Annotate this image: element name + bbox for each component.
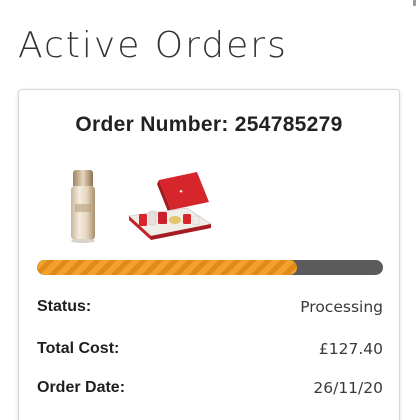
order-date-row: Order Date: 26/11/20 [37,376,383,400]
order-date-label: Order Date: [37,379,126,396]
page-title: Active Orders [18,25,288,66]
status-value: Processing [300,298,383,316]
gift-set-box-icon: ✦ [128,172,213,240]
status-label: Status: [37,298,92,315]
active-orders-screen: Active Orders Order Number: 254785279 ✦ … [0,0,420,420]
total-cost-label: Total Cost: [37,340,120,357]
scroll-indicator [413,0,416,6]
order-number-heading: Order Number: 254785279 [75,113,343,136]
total-cost-value: £127.40 [318,340,383,358]
status-row: Status: Processing [37,295,383,319]
total-cost-row: Total Cost: £127.40 [37,337,383,361]
order-card[interactable]: Order Number: 254785279 ✦ Status: Proces… [18,89,400,420]
order-progress-fill [37,260,297,275]
serum-bottle-icon [71,170,95,243]
order-date-value: 26/11/20 [313,379,383,397]
order-progress-bar [37,260,383,275]
product-thumbnails: ✦ [49,160,249,250]
